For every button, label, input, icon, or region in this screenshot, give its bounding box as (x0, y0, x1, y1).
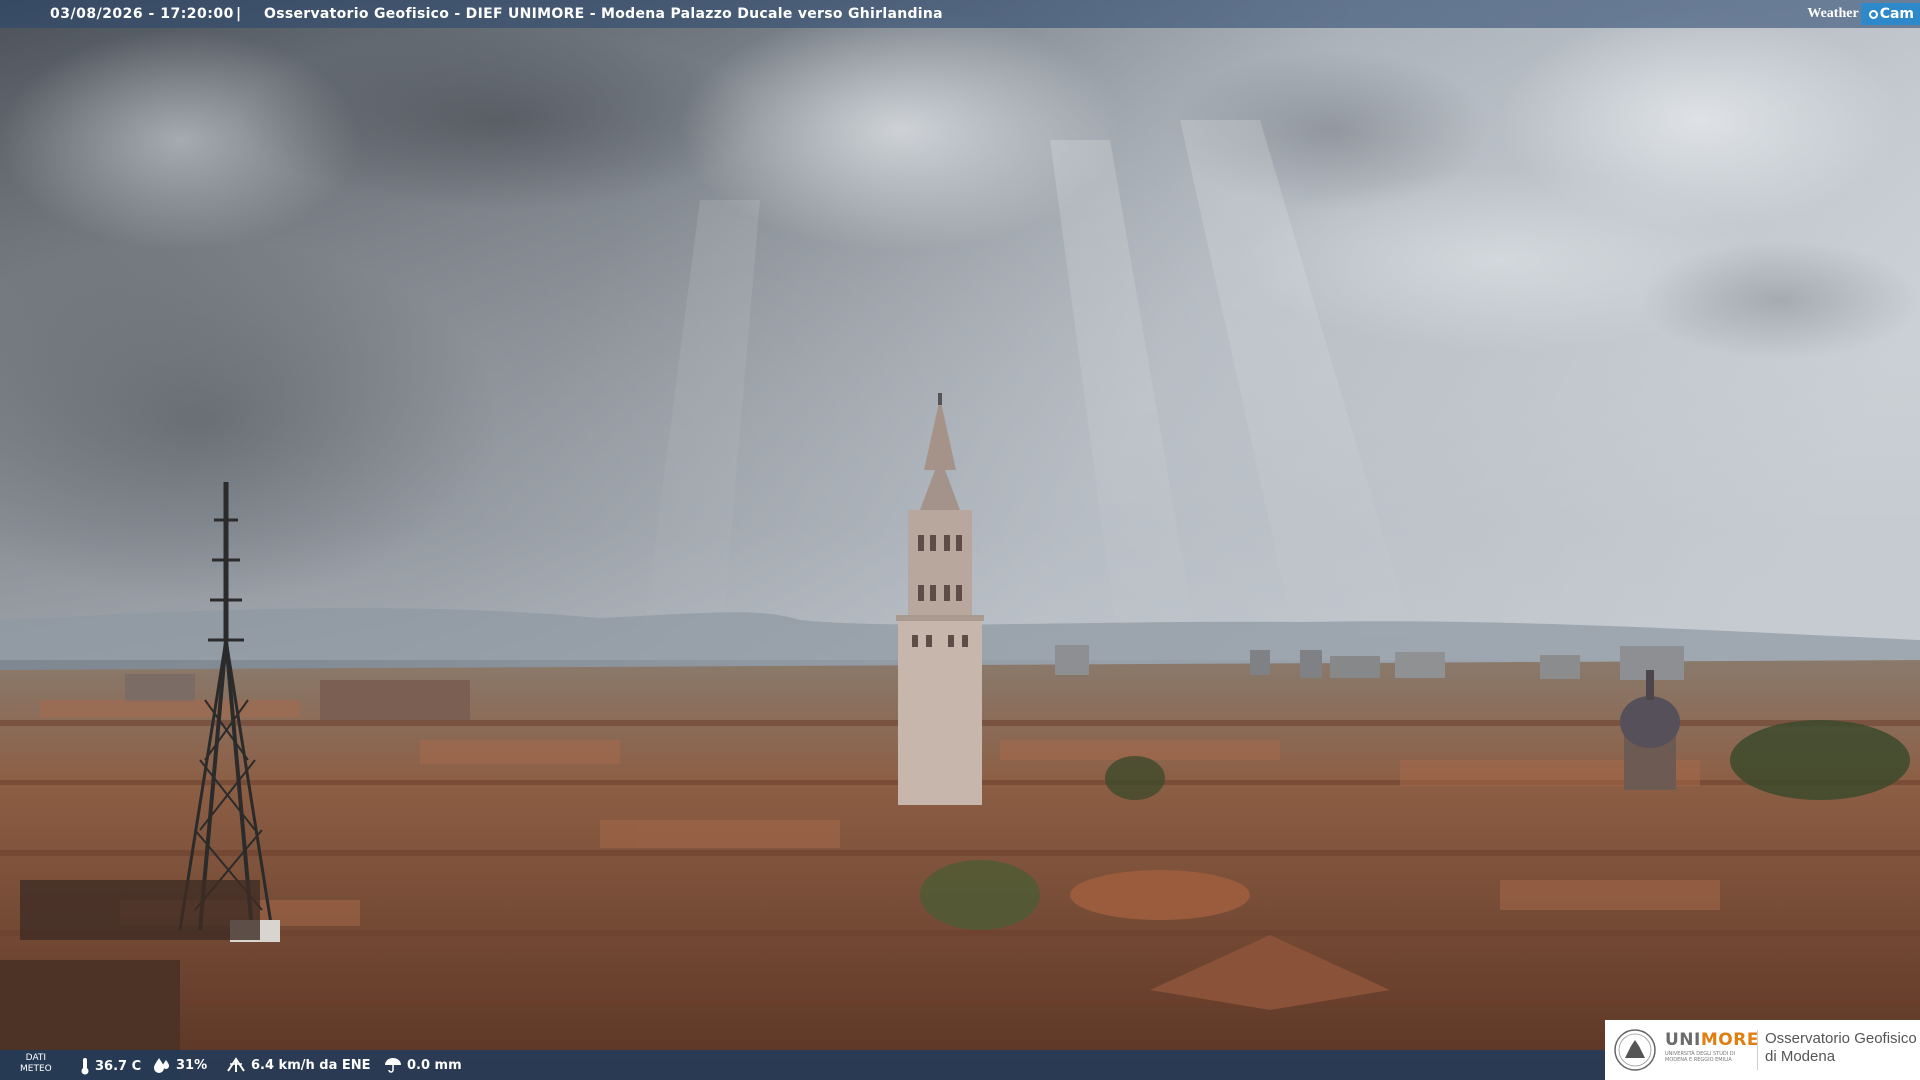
wind-reading: 6.4 km/h da ENE (226, 1057, 371, 1073)
unimore-logo-box: UNIMORE UNIVERSITÀ DEGLI STUDI DI MODENA… (1605, 1020, 1920, 1080)
unimore-subtitle: UNIVERSITÀ DEGLI STUDI DI MODENA E REGGI… (1665, 1051, 1736, 1063)
weathercam-logo-weather: Weather (1807, 6, 1859, 21)
thermometer-icon (81, 1058, 89, 1075)
rain-reading: 0.0 mm (384, 1057, 462, 1073)
umbrella-icon (385, 1058, 401, 1073)
weathercam-logo: Weather Cam (1807, 0, 1920, 28)
wind-vane-icon (227, 1057, 245, 1072)
humidity-drops-icon (154, 1058, 169, 1073)
meteo-data-bar: DATI METEO 36.7 C 31% 6.4 km/h da ENE 0.… (0, 1050, 1605, 1080)
humidity-reading: 31% (153, 1057, 207, 1073)
unimore-wordmark: UNIMORE (1665, 1030, 1759, 1050)
top-caption-bar: 03/08/2026 - 17:20:00 | Osservatorio Geo… (0, 0, 1920, 28)
camera-lens-icon (1868, 9, 1878, 19)
observatory-name: Osservatorio Geofisico di Modena (1765, 1030, 1917, 1065)
temperature-reading: 36.7 C (80, 1057, 141, 1075)
logo-divider (1757, 1030, 1758, 1070)
capture-datetime: 03/08/2026 - 17:20:00 (50, 6, 234, 22)
caption-separator: | (236, 6, 242, 22)
meteo-label: DATI METEO (20, 1053, 52, 1074)
unimore-seal-icon (1614, 1029, 1656, 1071)
camera-title: Osservatorio Geofisico - DIEF UNIMORE - … (264, 6, 943, 22)
weathercam-logo-cam: Cam (1879, 6, 1914, 22)
webcam-image (0, 0, 1920, 1080)
